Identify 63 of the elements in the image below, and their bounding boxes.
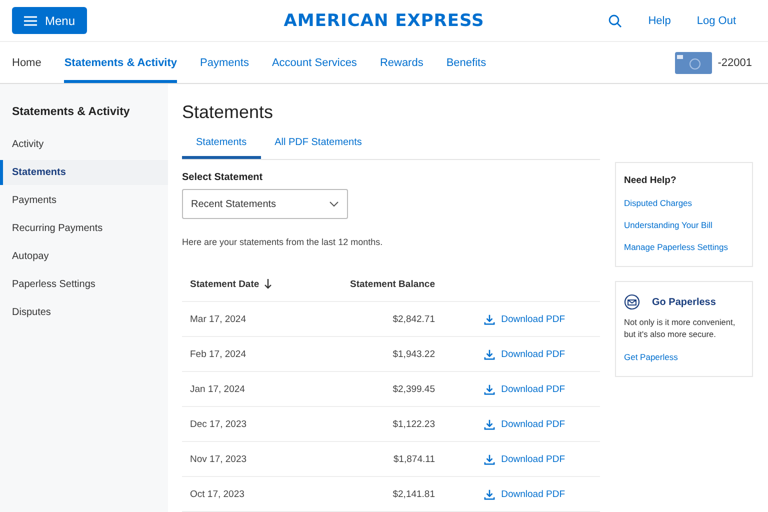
download-icon — [484, 488, 496, 500]
download-link[interactable]: Download PDF — [484, 454, 565, 464]
download-link[interactable]: Download PDF — [484, 384, 565, 394]
support-link[interactable]: Understanding Your Bill — [624, 220, 746, 230]
table-cell-text: Feb 17, 2024 — [190, 348, 247, 360]
paperless-link[interactable]: Get Paperless — [624, 352, 746, 362]
card-icon[interactable] — [674, 52, 712, 74]
card-title: Need Help? — [624, 175, 678, 186]
sidebar-item[interactable]: Statements — [0, 160, 168, 185]
page-title: Statements — [182, 102, 274, 123]
table-cell-text: $2,842.71 — [392, 314, 435, 324]
table-cell-text: Mar 17, 2024 — [190, 314, 247, 324]
search-icon[interactable] — [608, 14, 622, 28]
download-icon — [484, 418, 496, 430]
download-link[interactable]: Download PDF — [484, 314, 565, 324]
chevron-icon — [329, 201, 339, 207]
header-link[interactable]: Help — [648, 14, 671, 26]
logo[interactable]: AMERICAN EXPRESS — [284, 10, 484, 30]
tab[interactable]: Statements — [182, 137, 261, 159]
statement-select[interactable]: Recent Statements — [182, 189, 348, 219]
table-cell-text: Nov 17, 2023 — [190, 454, 248, 464]
sidebar-item[interactable]: Paperless Settings — [0, 272, 168, 297]
download-icon — [484, 454, 496, 464]
sidebar-item[interactable]: Autopay — [0, 244, 168, 269]
download-link[interactable]: Download PDF — [484, 488, 565, 500]
card-number: -22001 — [718, 56, 752, 68]
paperless-text: Not only is it more convenient, but it's also more secure. — [624, 316, 736, 340]
sidebar-item[interactable]: Disputes — [0, 300, 168, 325]
nav-tab[interactable]: Home — [12, 42, 42, 83]
support-link[interactable]: Manage Paperless Settings — [624, 242, 746, 252]
select-label: Select Statement — [182, 172, 264, 183]
table-cell-text: $2,141.81 — [392, 488, 435, 500]
support-link[interactable]: Disputed Charges — [624, 198, 746, 208]
table-cell-text: Jan 17, 2024 — [190, 384, 246, 394]
card-title: Go Paperless — [652, 296, 716, 308]
table-cell-text: Oct 17, 2023 — [190, 488, 246, 500]
table-cell-text: $2,399.45 — [392, 384, 435, 394]
sidebar-item[interactable]: Payments — [0, 188, 168, 213]
menu-icon — [24, 16, 37, 26]
nav-tab[interactable]: Rewards — [380, 42, 424, 83]
table-cell-text: $1,943.22 — [392, 348, 435, 360]
column-header[interactable]: Statement Date — [190, 278, 335, 290]
download-link[interactable]: Download PDF — [484, 348, 565, 360]
column-header: Statement Balance — [348, 278, 435, 290]
table-cell-text: $1,874.11 — [392, 454, 435, 464]
envelope-icon — [624, 294, 640, 310]
tab[interactable]: All PDF Statements — [260, 137, 376, 159]
hint-text: Here are your statements from the last 12 months. — [182, 237, 384, 247]
download-icon — [484, 348, 496, 360]
sidebar-item[interactable]: Recurring Payments — [0, 216, 168, 241]
sidebar-title: Statements & Activity — [11, 106, 131, 118]
download-link[interactable]: Download PDF — [484, 418, 565, 430]
nav-tab[interactable]: Payments — [200, 42, 249, 83]
sidebar-item[interactable]: Activity — [0, 132, 168, 157]
table-cell-text: $1,122.23 — [392, 418, 435, 430]
menu-button[interactable]: Menu — [12, 7, 88, 34]
header-link[interactable]: Log Out — [696, 14, 736, 26]
download-icon — [484, 314, 496, 324]
nav-tab[interactable]: Account Services — [272, 42, 357, 83]
nav-tab[interactable]: Benefits — [446, 42, 486, 83]
table-cell-text: Dec 17, 2023 — [190, 418, 248, 430]
download-icon — [484, 384, 496, 394]
sort-arrow-icon — [264, 279, 272, 289]
